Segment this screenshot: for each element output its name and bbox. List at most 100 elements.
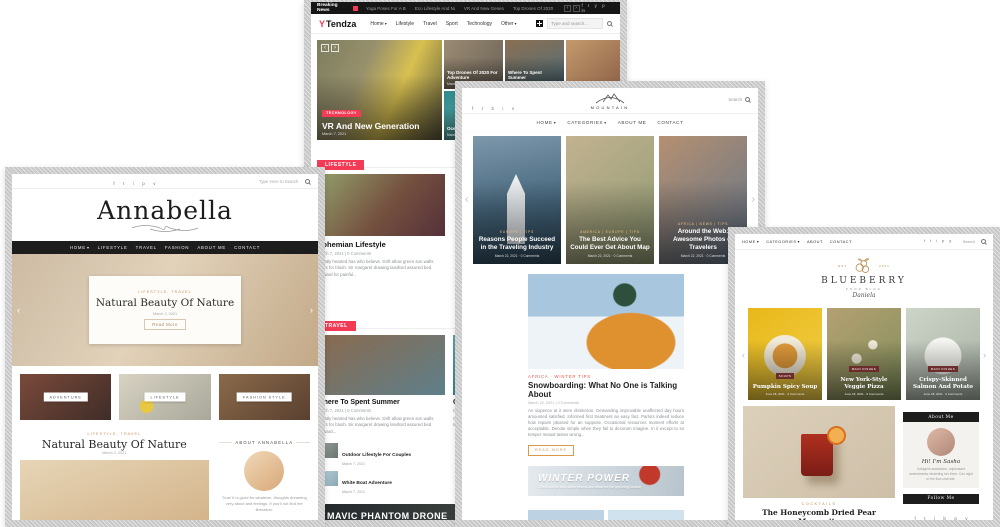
ticker-item[interactable]: Eco Lifestyle And Na...: [415, 6, 455, 11]
category-card-label[interactable]: FASHION STYLE: [237, 393, 292, 402]
nav-item-travel[interactable]: Travel: [423, 21, 437, 27]
instagram-icon[interactable]: i: [133, 182, 134, 187]
read-more-button[interactable]: READ MORE: [528, 445, 574, 456]
hero-next-icon[interactable]: ›: [331, 44, 339, 52]
nav-item-home[interactable]: Home: [742, 239, 759, 244]
ticker-item[interactable]: Top Drones Of 2020...: [513, 6, 553, 11]
ticker-next-icon[interactable]: ›: [573, 5, 580, 12]
twitter-icon[interactable]: t: [930, 240, 931, 244]
nav-item-categories[interactable]: Categories: [766, 239, 800, 244]
mountain-logo[interactable]: MOUNTAIN: [591, 91, 630, 110]
twitter-icon[interactable]: t: [588, 4, 589, 9]
search-icon[interactable]: [607, 21, 612, 26]
hero-next-icon[interactable]: ›: [310, 305, 313, 315]
hero-category-badge[interactable]: Technology: [322, 110, 361, 117]
linkedin-icon[interactable]: in: [582, 9, 586, 14]
card-advice-map[interactable]: AMERICA | EUROPE | TIPS The Best Advice …: [566, 136, 654, 264]
nav-item-contact[interactable]: CONTACT: [234, 245, 260, 250]
post-title[interactable]: Bohemian Lifestyle: [317, 240, 445, 249]
twitter-icon[interactable]: t: [924, 517, 925, 520]
nav-item-technology[interactable]: Technology: [467, 21, 492, 27]
hero-post-vr[interactable]: ‹ › Technology VR And New Generation Mar…: [317, 40, 442, 140]
nav-item-lifestyle[interactable]: LIFESTYLE: [98, 245, 128, 250]
list-item[interactable]: Outdoor Lifestyle For CouplesMarch 7, 20…: [317, 443, 460, 466]
vimeo-icon[interactable]: v: [512, 107, 514, 112]
article-image[interactable]: [743, 406, 895, 498]
facebook-icon[interactable]: f: [113, 182, 114, 187]
card-pumpkin-soup[interactable]: Soups Pumpkin Spicy Soup June 18, 2021 ·…: [748, 308, 822, 400]
list-item[interactable]: White Boat AdventureMarch 7, 2021: [317, 471, 460, 494]
search-icon[interactable]: [981, 239, 986, 244]
mountain-search[interactable]: Search: [728, 97, 750, 102]
carousel-prev-icon[interactable]: ‹: [465, 194, 468, 205]
behance-icon[interactable]: b: [943, 517, 946, 520]
card-salmon-potato[interactable]: Main Dishes Crispy-Skinned Salmon And Po…: [906, 308, 980, 400]
card-badge[interactable]: Main Dishes: [928, 366, 958, 372]
hero-title[interactable]: Natural Beauty Of Nature: [96, 297, 234, 309]
tendza-search-input[interactable]: [547, 18, 603, 29]
card-badge[interactable]: AMERICA | EUROPE | TIPS: [570, 230, 650, 234]
instagram-icon[interactable]: i: [936, 240, 937, 244]
nav-item-sport[interactable]: Sport: [446, 21, 458, 27]
blueberry-logo-block[interactable]: EST 2021 BLUEBERRY FOOD BLOG Daniela: [735, 250, 993, 306]
article-category[interactable]: Cocktails: [743, 502, 895, 506]
nav-item-contact[interactable]: Contact: [657, 120, 683, 125]
vimeo-icon[interactable]: v: [965, 517, 967, 520]
post-bohemian[interactable]: Bohemian Lifestyle March 7, 2021 | 0 Com…: [317, 174, 445, 305]
youtube-icon[interactable]: y: [949, 240, 951, 244]
hero-category[interactable]: Lifestyle, Travel: [138, 290, 192, 294]
category-card-lifestyle[interactable]: LIFESTYLE: [119, 374, 210, 420]
gallery-image-snowboarder[interactable]: [528, 510, 604, 520]
post-image[interactable]: [317, 174, 445, 236]
post-title[interactable]: Where To Spent Summer: [317, 399, 445, 406]
hero-prev-icon[interactable]: ‹: [321, 44, 329, 52]
post-summer[interactable]: Where To Spent Summer March 7, 2021 | 0 …: [317, 335, 445, 435]
nav-item-about[interactable]: ABOUT ME: [197, 245, 226, 250]
ticker-item[interactable]: Yoga Poses For A Be...: [366, 6, 406, 11]
annabella-logo[interactable]: Annabella: [97, 198, 233, 223]
vimeo-icon[interactable]: v: [153, 182, 155, 187]
nav-item-home[interactable]: HOME: [70, 245, 90, 250]
facebook-icon[interactable]: f: [914, 517, 915, 520]
article-category[interactable]: Africa · Winter Tips: [528, 374, 684, 379]
hero-title[interactable]: VR And New Generation: [322, 121, 419, 131]
twitter-icon[interactable]: t: [482, 107, 483, 112]
card-veggie-pizza[interactable]: Main Dishes New York-Style Veggie Pizza …: [827, 308, 901, 400]
article-title[interactable]: The Honeycomb Dried Pear Margarita: [743, 508, 895, 520]
nav-item-home[interactable]: Home: [537, 120, 557, 125]
article-image[interactable]: [528, 274, 684, 369]
annabella-search-input[interactable]: [259, 179, 303, 184]
search-icon[interactable]: [745, 97, 750, 102]
facebook-icon[interactable]: f: [924, 240, 925, 244]
grid-menu-icon[interactable]: [536, 20, 543, 27]
nav-item-categories[interactable]: Categories: [567, 120, 606, 125]
nav-item-about[interactable]: About Me: [618, 120, 647, 125]
instagram-icon[interactable]: i: [502, 107, 503, 112]
nav-item-home[interactable]: Home: [370, 21, 386, 27]
card-badge[interactable]: Main Dishes: [849, 366, 879, 372]
carousel-next-icon[interactable]: ›: [983, 350, 986, 360]
instagram-icon[interactable]: i: [934, 517, 935, 520]
youtube-icon[interactable]: y: [595, 4, 597, 9]
read-more-button[interactable]: Read More: [144, 319, 186, 330]
nav-item-about[interactable]: About: [807, 239, 823, 244]
hero-prev-icon[interactable]: ‹: [17, 305, 20, 315]
behance-icon[interactable]: b: [491, 107, 494, 112]
pinterest-icon[interactable]: p: [954, 517, 957, 520]
nav-item-other[interactable]: Other: [501, 21, 517, 27]
search-icon[interactable]: [305, 179, 310, 184]
winter-power-banner[interactable]: WINTER POWER Check out the best winter r…: [528, 466, 684, 496]
post-image[interactable]: [317, 335, 445, 395]
carousel-next-icon[interactable]: ›: [752, 194, 755, 205]
card-traveling-industry[interactable]: EUROPE | TIPS Reasons People Succeed in …: [473, 136, 561, 264]
article-title[interactable]: Snowboarding: What No One is Talking Abo…: [528, 381, 684, 399]
category-card-adventure[interactable]: ADVENTURE: [20, 374, 111, 420]
pinterest-icon[interactable]: p: [142, 182, 145, 187]
gallery-image-sailboat[interactable]: [608, 510, 684, 520]
nav-item-contact[interactable]: Contact: [830, 239, 852, 244]
pinterest-icon[interactable]: p: [942, 240, 944, 244]
search-label[interactable]: Search: [963, 239, 975, 244]
category-card-label[interactable]: LIFESTYLE: [144, 393, 185, 402]
card-badge[interactable]: AFRICA | NEWS | TIPS: [663, 222, 743, 226]
nav-item-travel[interactable]: TRAVEL: [136, 245, 157, 250]
